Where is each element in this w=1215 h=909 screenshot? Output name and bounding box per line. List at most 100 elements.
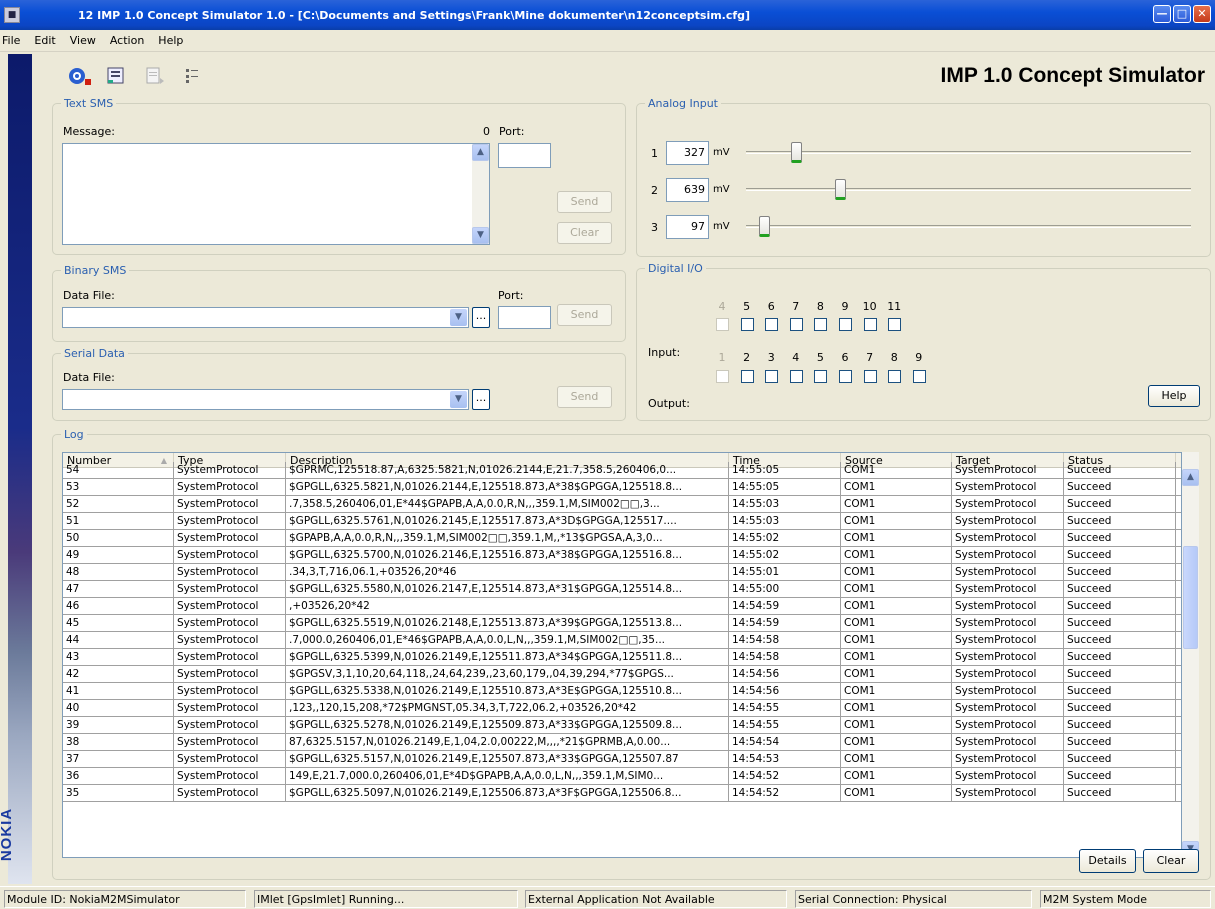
text-send-button[interactable]: Send [557, 191, 612, 213]
text-port-input[interactable] [498, 143, 551, 168]
output-bit-checkbox[interactable] [839, 370, 852, 383]
table-row[interactable]: 40 SystemProtocol ,123,,120,15,208,*72$PMG… [63, 700, 1181, 717]
table-row[interactable]: 52 SystemProtocol .7,358.5,260406,01,E*44$… [63, 496, 1181, 513]
cell-number: 37 [63, 751, 174, 767]
input-bit-checkbox[interactable] [765, 318, 779, 331]
output-bit-checkbox[interactable] [888, 370, 902, 383]
table-row[interactable]: 43 SystemProtocol $GPGLL,6325.5399,N,01026… [63, 649, 1181, 666]
maximize-button[interactable]: □ [1173, 5, 1191, 23]
digital-io-legend: Digital I/O [648, 262, 703, 275]
cell-type: SystemProtocol [174, 785, 286, 801]
input-bit-checkbox[interactable] [888, 318, 902, 331]
output-bit-checkbox[interactable] [912, 370, 926, 383]
cell-time: 14:55:03 [729, 496, 841, 512]
table-row[interactable]: 54 SystemProtocol $GPRMC,125518.87,A,6325.… [63, 462, 1181, 479]
message-textarea[interactable]: ▲ ▼ [62, 143, 490, 245]
binary-port-input[interactable] [498, 306, 551, 329]
cell-status: Succeed [1064, 615, 1176, 631]
input-bit-number: 10 [862, 300, 877, 313]
output-bit-checkbox[interactable] [789, 370, 803, 383]
menu-help[interactable]: Help [152, 34, 191, 47]
analog-slider-track[interactable] [746, 151, 1191, 154]
output-bit-checkbox[interactable] [814, 370, 828, 383]
cell-target: SystemProtocol [952, 700, 1064, 716]
table-row[interactable]: 42 SystemProtocol $GPGSV,3,1,10,20,64,118,… [63, 666, 1181, 683]
save-config-icon[interactable] [105, 66, 127, 86]
analog-slider-thumb[interactable] [835, 179, 846, 200]
log-scrollbar[interactable]: ▲ ▼ [1182, 452, 1199, 858]
output-bit-checkbox[interactable] [765, 370, 779, 383]
table-row[interactable]: 39 SystemProtocol $GPGLL,6325.5278,N,01026… [63, 717, 1181, 734]
table-row[interactable]: 36 SystemProtocol 149,E,21.7,000.0,260406,… [63, 768, 1181, 785]
serial-browse-button[interactable]: ... [472, 389, 490, 410]
scroll-thumb[interactable] [1183, 546, 1198, 649]
table-row[interactable]: 50 SystemProtocol $GPAPB,A,A,0.0,R,N,,,359… [63, 530, 1181, 547]
text-clear-button[interactable]: Clear [557, 222, 612, 244]
table-row[interactable]: 51 SystemProtocol $GPGLL,6325.5761,N,01026… [63, 513, 1181, 530]
input-bit-checkbox[interactable] [740, 318, 754, 331]
message-scrollbar[interactable]: ▲ ▼ [472, 144, 489, 244]
binary-data-file-select[interactable]: ▼ [62, 307, 469, 328]
analog-slider-track[interactable] [746, 188, 1191, 191]
menu-view[interactable]: View [64, 34, 104, 47]
binary-send-button[interactable]: Send [557, 304, 612, 326]
table-row[interactable]: 45 SystemProtocol $GPGLL,6325.5519,N,01026… [63, 615, 1181, 632]
app-icon[interactable]: ■ [4, 7, 20, 23]
cell-type: SystemProtocol [174, 751, 286, 767]
input-bit-number: 8 [816, 300, 824, 313]
table-row[interactable]: 35 SystemProtocol $GPGLL,6325.5097,N,01026… [63, 785, 1181, 802]
help-button[interactable]: Help [1148, 385, 1200, 407]
serial-send-button[interactable]: Send [557, 386, 612, 408]
table-row[interactable]: 41 SystemProtocol $GPGLL,6325.5338,N,01026… [63, 683, 1181, 700]
input-bit-number: 11 [887, 300, 902, 313]
menu-action[interactable]: Action [104, 34, 152, 47]
chevron-down-icon[interactable]: ▼ [450, 309, 467, 326]
binary-data-file-label: Data File: [63, 289, 115, 302]
chevron-down-icon[interactable]: ▼ [450, 391, 467, 408]
cell-number: 48 [63, 564, 174, 580]
input-bit-checkbox[interactable] [839, 318, 852, 331]
record-icon[interactable] [68, 66, 91, 86]
document-icon[interactable] [144, 66, 166, 86]
list-icon[interactable] [183, 66, 205, 86]
table-row[interactable]: 49 SystemProtocol $GPGLL,6325.5700,N,01026… [63, 547, 1181, 564]
cell-number: 51 [63, 513, 174, 529]
analog-value-input[interactable]: 97 [666, 215, 709, 239]
table-row[interactable]: 37 SystemProtocol $GPGLL,6325.5157,N,01026… [63, 751, 1181, 768]
brand-strip [8, 54, 32, 884]
log-details-button[interactable]: Details [1079, 849, 1136, 873]
table-row[interactable]: 53 SystemProtocol $GPGLL,6325.5821,N,01026… [63, 479, 1181, 496]
analog-value-input[interactable]: 639 [666, 178, 709, 202]
input-bit-checkbox[interactable] [863, 318, 877, 331]
log-clear-button[interactable]: Clear [1143, 849, 1199, 873]
cell-status: Succeed [1064, 581, 1176, 597]
table-row[interactable]: 44 SystemProtocol .7,000.0,260406,01,E*46$… [63, 632, 1181, 649]
close-button[interactable]: ✕ [1193, 5, 1211, 23]
table-row[interactable]: 38 SystemProtocol 87,6325.5157,N,01026.214… [63, 734, 1181, 751]
scroll-up-icon[interactable]: ▲ [1182, 469, 1199, 486]
scroll-up-icon[interactable]: ▲ [472, 144, 489, 161]
table-row[interactable]: 47 SystemProtocol $GPGLL,6325.5580,N,01026… [63, 581, 1181, 598]
serial-data-file-select[interactable]: ▼ [62, 389, 469, 410]
table-row[interactable]: 48 SystemProtocol .34,3,T,716,06.1,+03526,… [63, 564, 1181, 581]
output-bit-checkbox[interactable] [863, 370, 877, 383]
analog-slider-thumb[interactable] [759, 216, 770, 237]
minimize-button[interactable]: — [1153, 5, 1171, 23]
cell-description: .34,3,T,716,06.1,+03526,20*46 [286, 564, 729, 580]
binary-browse-button[interactable]: ... [472, 307, 490, 328]
analog-value-input[interactable]: 327 [666, 141, 709, 165]
menu-edit[interactable]: Edit [28, 34, 63, 47]
scroll-down-icon[interactable]: ▼ [472, 227, 489, 244]
cell-source: COM1 [841, 700, 952, 716]
cell-source: COM1 [841, 564, 952, 580]
cell-number: 53 [63, 479, 174, 495]
cell-description: $GPGLL,6325.5338,N,01026.2149,E,125510.8… [286, 683, 729, 699]
input-bit-checkbox[interactable] [814, 318, 828, 331]
analog-slider-thumb[interactable] [791, 142, 802, 163]
cell-status: Succeed [1064, 768, 1176, 784]
table-row[interactable]: 46 SystemProtocol ,+03526,20*42 14:54:59 COM… [63, 598, 1181, 615]
input-bit-checkbox[interactable] [789, 318, 803, 331]
analog-slider-track[interactable] [746, 225, 1191, 228]
menu-file[interactable]: File [0, 34, 28, 47]
output-bit-checkbox[interactable] [740, 370, 754, 383]
